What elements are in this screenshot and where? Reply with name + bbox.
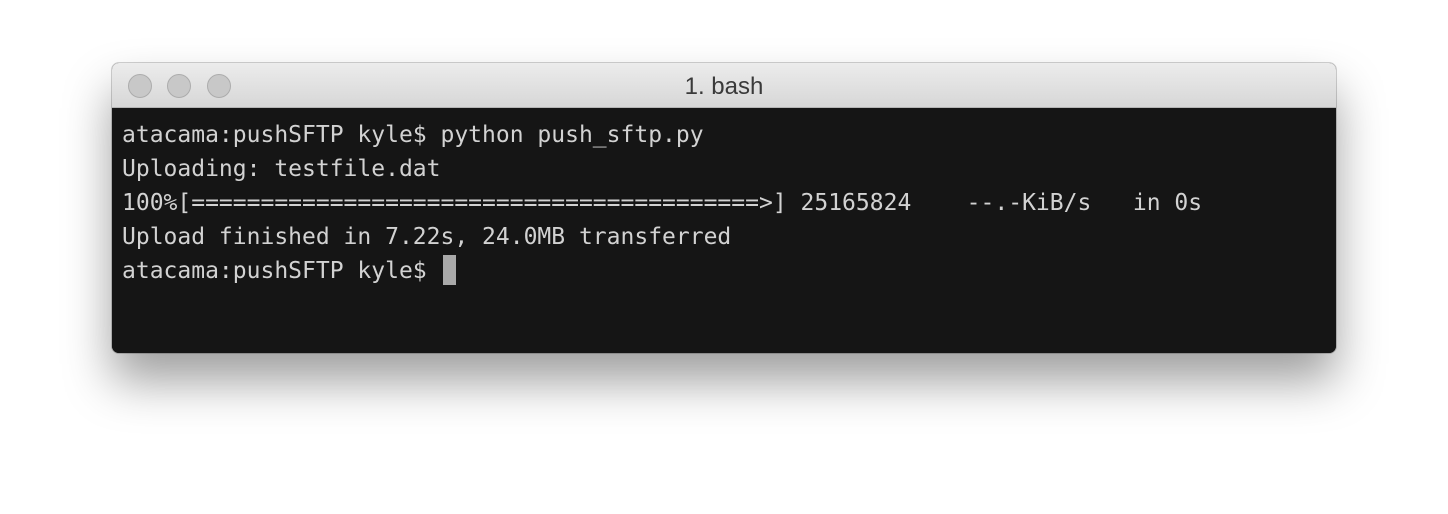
window-title: 1. bash [684, 73, 764, 100]
terminal-line-finished: Upload finished in 7.22s, 24.0MB transfe… [122, 224, 732, 250]
terminal-prompt-line[interactable]: atacama:pushSFTP kyle$ [122, 254, 1336, 288]
terminal-prompt: atacama:pushSFTP kyle$ [122, 258, 441, 284]
terminal-line-uploading: Uploading: testfile.dat [122, 156, 441, 182]
title-bar[interactable]: 1. bash [112, 63, 1336, 108]
terminal-window: 1. bash atacama:pushSFTP kyle$ python pu… [112, 63, 1336, 353]
terminal-line-command: atacama:pushSFTP kyle$ python push_sftp.… [122, 122, 704, 148]
terminal-line-progress: 100%[===================================… [122, 190, 1203, 216]
terminal-output[interactable]: atacama:pushSFTP kyle$ python push_sftp.… [112, 108, 1336, 353]
terminal-cursor [442, 254, 456, 285]
